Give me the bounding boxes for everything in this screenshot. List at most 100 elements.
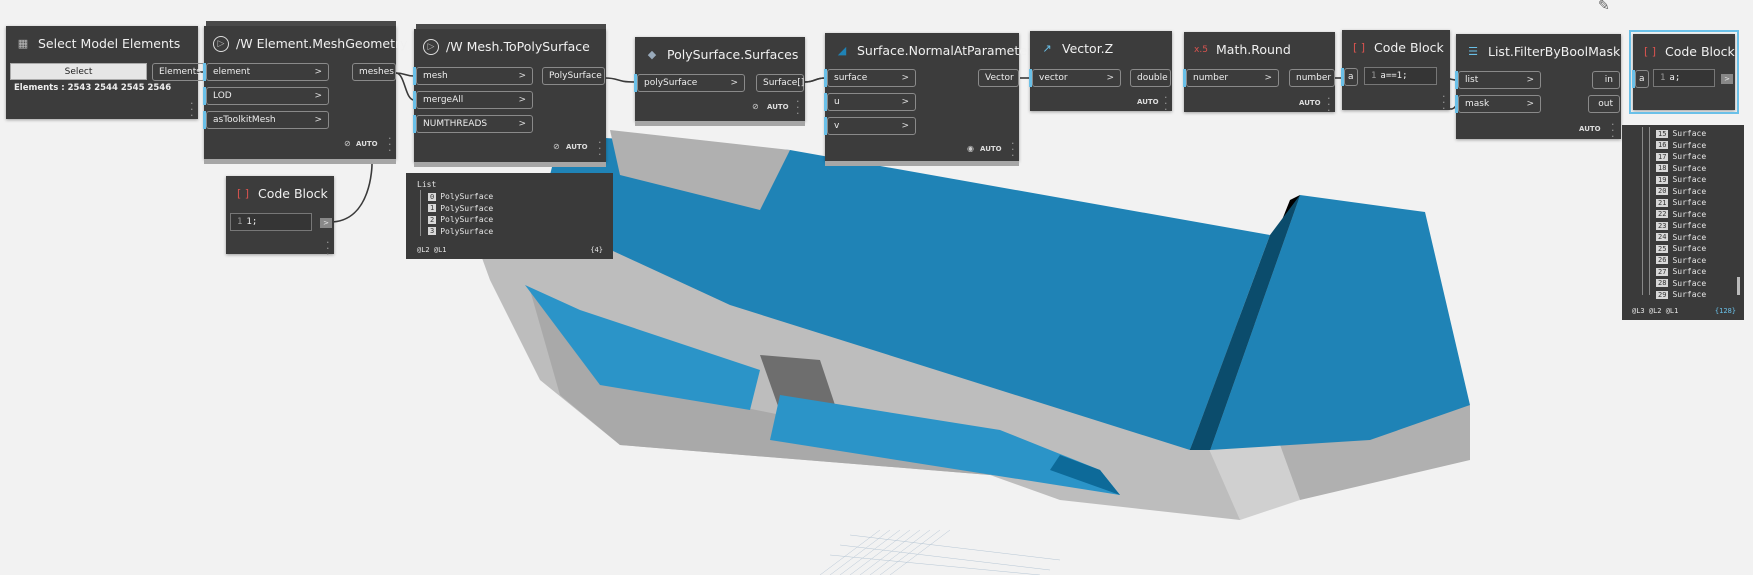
lod-input-port[interactable]: LOD > (203, 87, 329, 105)
preview-visible-icon[interactable]: ◉ (967, 144, 974, 153)
vector-output-port[interactable]: Vector (978, 69, 1019, 87)
list-item: 21 Surface (1656, 197, 1706, 209)
vector-z-node[interactable]: ↗ Vector.Z vector > double AUTO (1029, 31, 1172, 113)
list-filterbyboolmask-node[interactable]: ☰ List.FilterByBoolMask list > mask > in ou… (1455, 34, 1621, 140)
select-model-elements-node[interactable]: ▦ Select Model Elements Select Elements E… (6, 26, 205, 119)
node-header[interactable]: ↗ Vector.Z (1030, 31, 1172, 67)
node-menu-icon[interactable] (190, 101, 194, 119)
node-menu-icon[interactable] (598, 140, 602, 158)
lacing-label[interactable]: AUTO (1299, 99, 1321, 107)
surface-input-port[interactable]: surface > (824, 69, 916, 87)
port-label: mesh (423, 71, 448, 81)
node-header[interactable]: x.5 Math.Round (1184, 32, 1335, 68)
list-item: 23 Surface (1656, 220, 1706, 232)
math-round-node[interactable]: x.5 Math.Round number > number AUTO (1183, 32, 1335, 114)
mergeall-input-port[interactable]: mergeAll > (413, 91, 533, 109)
code-editor[interactable]: 1 a==1; (1364, 67, 1437, 85)
list-input-port[interactable]: list > (1455, 71, 1541, 89)
item-index: 2 (428, 215, 437, 224)
node-header[interactable]: ◢ Surface.NormalAtParameter (825, 33, 1032, 69)
port-label: polySurface (644, 78, 698, 88)
preview-hidden-icon[interactable]: ⊘ (553, 142, 560, 151)
dynamo-package-icon: ▷ (423, 39, 439, 55)
vector-input-port[interactable]: vector > (1029, 69, 1121, 87)
code-block-node-2[interactable]: [ ] Code Block a 1 a==1; (1341, 30, 1450, 112)
list-count: {128} (1714, 307, 1736, 315)
code-block-node-3[interactable]: [ ] Code Block a 1 a; > (1629, 30, 1739, 114)
node-menu-icon[interactable] (1327, 96, 1331, 114)
node-menu-icon[interactable] (796, 99, 800, 117)
surface-normalatparameter-node[interactable]: ◢ Surface.NormalAtParameter surface > u > v… (824, 33, 1032, 166)
node-title: PolySurface.Surfaces (667, 47, 799, 62)
mask-input-port[interactable]: mask > (1455, 95, 1541, 113)
item-index: 20 (1656, 187, 1669, 195)
polysurface-input-port[interactable]: polySurface > (634, 74, 745, 92)
preview-hidden-icon[interactable]: ⊘ (752, 102, 759, 111)
a-input-port[interactable]: a (1632, 70, 1649, 88)
polysurface-surfaces-node[interactable]: ◆ PolySurface.Surfaces polySurface > Surfa… (634, 37, 805, 126)
code-editor[interactable]: 1 a; (1653, 69, 1715, 87)
surface-normal-icon: ◢ (837, 44, 847, 57)
node-header[interactable]: [ ] Code Block (226, 176, 334, 212)
a-input-port[interactable]: a (1341, 68, 1358, 86)
meshes-output-port[interactable]: meshes (352, 63, 396, 81)
out-output-port[interactable]: out (1588, 95, 1620, 113)
package-prefix: /W (236, 36, 253, 51)
node-menu-icon[interactable] (1011, 141, 1015, 159)
polysurface-icon: ◆ (647, 48, 657, 61)
output-port[interactable]: > (1721, 74, 1733, 84)
port-arrow-icon: > (1526, 75, 1534, 85)
lacing-label[interactable]: AUTO (980, 145, 1002, 153)
list-filter-icon: ☰ (1468, 45, 1478, 58)
surface-list-output-port[interactable]: Surface[] (756, 74, 804, 92)
polysurface-preview-bubble[interactable]: List 0 PolySurface 1 PolySurface 2 PolySurf… (406, 173, 613, 259)
mesh-topolysurface-node[interactable]: ▷ /W Mesh.ToPolySurface mesh > mergeAll > N… (413, 24, 606, 167)
elements-output-port[interactable]: Elements (152, 63, 205, 81)
filter-preview-bubble[interactable]: 15 Surface 16 Surface 17 Surface 18 Surface … (1622, 125, 1744, 320)
lacing-label[interactable]: AUTO (767, 103, 789, 111)
node-menu-icon[interactable] (1611, 122, 1615, 140)
preview-scrollbar[interactable] (1737, 277, 1740, 295)
number-input-port[interactable]: number > (1183, 69, 1279, 87)
lacing-label[interactable]: AUTO (356, 140, 378, 148)
node-menu-icon[interactable] (388, 136, 392, 154)
item-label: Surface (1672, 140, 1707, 150)
item-index: 22 (1656, 210, 1669, 218)
code-editor[interactable]: 1 1; (230, 213, 312, 231)
astoolkitmesh-input-port[interactable]: asToolkitMesh > (203, 111, 329, 129)
element-meshgeometry-node[interactable]: ▷ /W Element.MeshGeometry element > LOD > a… (203, 21, 408, 164)
node-header[interactable]: ☰ List.FilterByBoolMask (1456, 34, 1621, 70)
node-menu-icon[interactable] (326, 240, 330, 258)
numthreads-input-port[interactable]: NUMTHREADS > (413, 115, 533, 133)
select-button[interactable]: Select (10, 63, 147, 80)
pin-icon[interactable]: ✎ (1598, 0, 1610, 14)
output-port[interactable]: > (320, 218, 332, 228)
node-header[interactable]: [ ] Code Block (1633, 34, 1735, 70)
node-header[interactable]: [ ] Code Block (1342, 30, 1450, 66)
lacing-label[interactable]: AUTO (566, 143, 588, 151)
node-menu-icon[interactable] (1442, 94, 1446, 112)
number-output-port[interactable]: number (1289, 69, 1335, 87)
in-output-port[interactable]: in (1592, 71, 1620, 89)
mesh-input-port[interactable]: mesh > (413, 67, 533, 85)
node-header[interactable]: ▷ /W Mesh.ToPolySurface (414, 29, 606, 65)
double-output-port[interactable]: double (1130, 69, 1171, 87)
preview-hidden-icon[interactable]: ⊘ (344, 139, 351, 148)
node-header[interactable]: ▦ Select Model Elements (6, 26, 198, 62)
node-header[interactable]: ▷ /W Element.MeshGeometry (204, 26, 408, 62)
item-index: 15 (1656, 129, 1669, 138)
item-label: Surface (1672, 290, 1707, 299)
node-header[interactable]: ◆ PolySurface.Surfaces (635, 37, 805, 73)
lacing-label[interactable]: AUTO (1137, 98, 1159, 106)
u-input-port[interactable]: u > (824, 93, 916, 111)
node-menu-icon[interactable] (1164, 95, 1168, 113)
v-input-port[interactable]: v > (824, 117, 916, 135)
lacing-label[interactable]: AUTO (1579, 125, 1601, 133)
code-block-node-1[interactable]: [ ] Code Block 1 1; > (226, 176, 334, 254)
elements-summary: Elements : 2543 2544 2545 2546 (14, 83, 172, 93)
element-input-port[interactable]: element > (203, 63, 329, 81)
preview-tree-line (420, 190, 421, 236)
item-label: Surface (1672, 152, 1707, 161)
code-block-icon: [ ] (1643, 45, 1657, 58)
polysurface-output-port[interactable]: PolySurface (542, 67, 605, 85)
